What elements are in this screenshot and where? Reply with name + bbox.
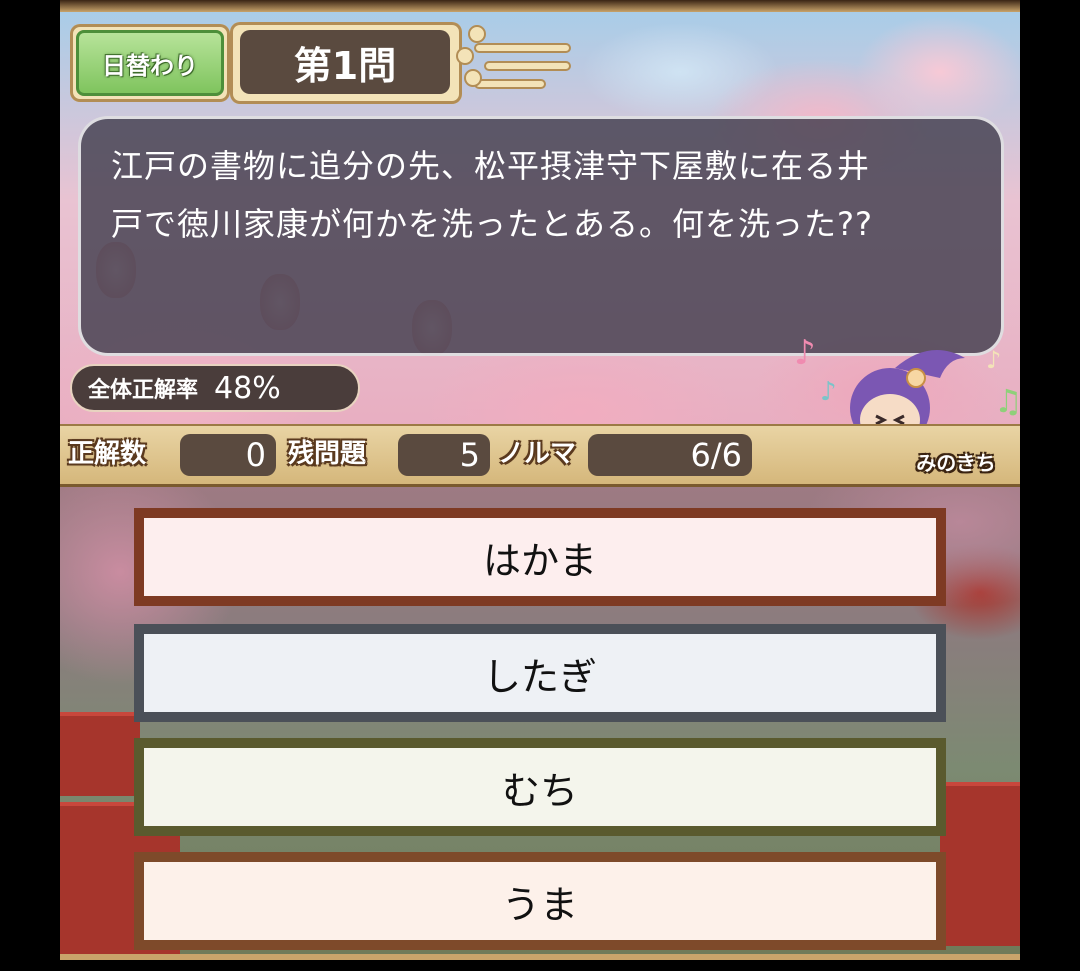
- question-text: 江戸の書物に追分の先、松平摂津守下屋敷に在る井 戸で徳川家康が何かを洗ったとある…: [111, 137, 981, 253]
- answer-button-2[interactable]: したぎ: [134, 624, 946, 722]
- red-bench-decoration: [60, 712, 140, 796]
- daily-badge: 日替わり: [70, 24, 230, 102]
- correct-count-value: 0: [180, 434, 276, 476]
- flower-ornament-icon: [456, 25, 571, 89]
- daily-badge-label: 日替わり: [76, 30, 224, 96]
- question-line-1: 江戸の書物に追分の先、松平摂津守下屋敷に在る井: [111, 147, 871, 185]
- quota-label: ノルマ: [498, 439, 577, 469]
- remaining-value: 5: [398, 434, 490, 476]
- svg-text:♪: ♪: [820, 377, 837, 407]
- screen: 日替わり 第1問 江戸の書物に追分の先、松平摂津守下屋敷に在る井 戸で徳川家康が…: [0, 0, 1080, 971]
- svg-text:♫: ♫: [994, 382, 1020, 420]
- bottom-frame: [60, 954, 1020, 960]
- answer-button-1[interactable]: はかま: [134, 508, 946, 606]
- accuracy-rate: 全体正解率 48%: [70, 364, 360, 412]
- accuracy-label: 全体正解率: [88, 378, 199, 403]
- svg-text:♪: ♪: [794, 333, 816, 373]
- red-bench-decoration: [940, 782, 1020, 946]
- answer-button-4[interactable]: うま: [134, 852, 946, 950]
- top-frame: [60, 0, 1020, 12]
- question-number-plate: 第1問: [230, 22, 462, 104]
- accuracy-value: 48%: [214, 370, 281, 406]
- question-number: 第1問: [240, 30, 450, 94]
- stats-bar: 正解数 0 残問題 5 ノルマ 6/6: [60, 424, 1020, 487]
- question-line-2: 戸で徳川家康が何かを洗ったとある。何を洗った??: [111, 205, 873, 243]
- svg-text:♪: ♪: [986, 346, 1001, 374]
- quiz-game-screen: 日替わり 第1問 江戸の書物に追分の先、松平摂津守下屋敷に在る井 戸で徳川家康が…: [60, 0, 1020, 960]
- quota-value: 6/6: [588, 434, 752, 476]
- question-box: 江戸の書物に追分の先、松平摂津守下屋敷に在る井 戸で徳川家康が何かを洗ったとある…: [78, 116, 1004, 356]
- correct-count-label: 正解数: [68, 439, 147, 469]
- remaining-label: 残問題: [288, 439, 367, 469]
- mascot-name: みのきち: [916, 451, 996, 475]
- answer-button-3[interactable]: むち: [134, 738, 946, 836]
